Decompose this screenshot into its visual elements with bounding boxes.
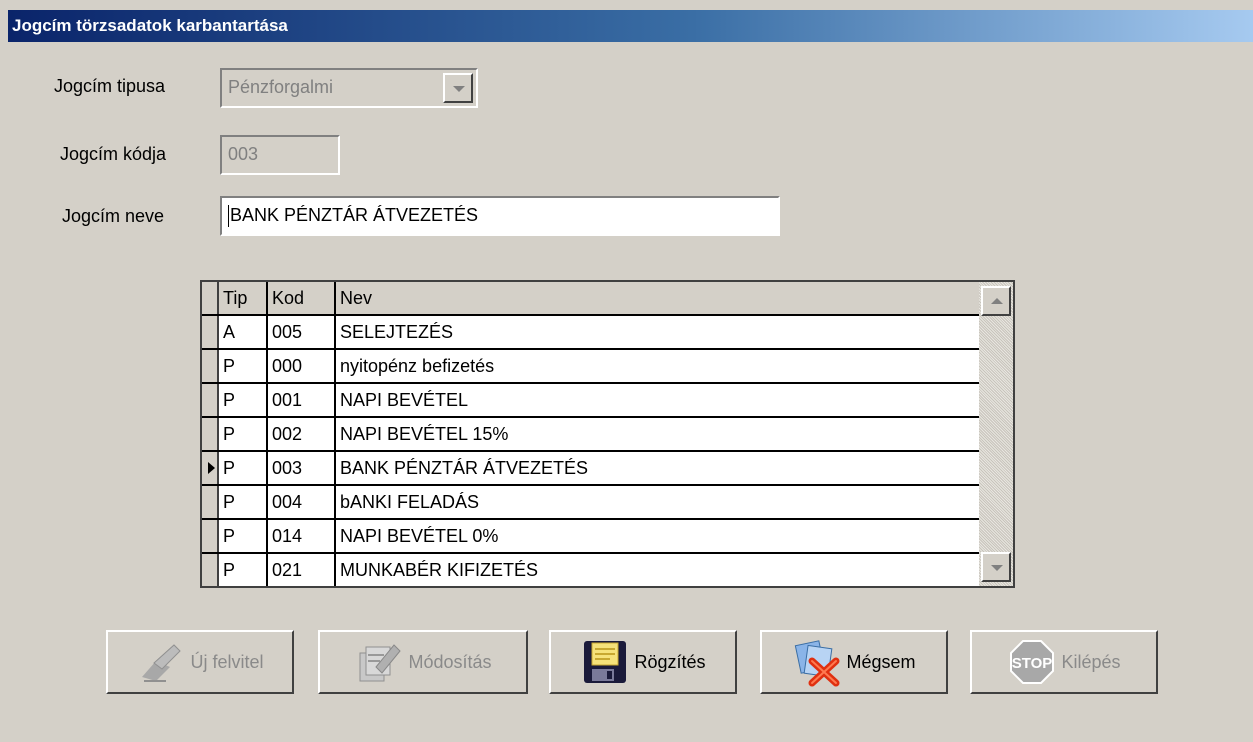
cell-tip[interactable]: P: [219, 486, 268, 518]
grid-body: Tip Kod Nev A 005 SELEJTEZÉS P 000 nyitopénz …: [202, 282, 979, 586]
scroll-up-icon[interactable]: [981, 286, 1011, 316]
cell-nev[interactable]: BANK PÉNZTÁR ÁTVEZETÉS: [336, 452, 979, 484]
row-indicator[interactable]: [202, 452, 219, 484]
cell-tip[interactable]: P: [219, 418, 268, 450]
code-field[interactable]: 003: [220, 135, 340, 175]
floppy-disk-icon: [584, 641, 627, 683]
vertical-scrollbar[interactable]: [979, 282, 1013, 586]
exit-label: Kilépés: [1061, 651, 1121, 672]
modify-button[interactable]: Módosítás: [318, 630, 528, 694]
cell-kod[interactable]: 000: [268, 350, 336, 382]
cell-kod[interactable]: 014: [268, 520, 336, 552]
row-indicator[interactable]: [202, 520, 219, 552]
cancel-x-icon: [795, 640, 840, 687]
window-title: Jogcím törzsadatok karbantartása: [8, 10, 1253, 42]
cell-kod[interactable]: 003: [268, 452, 336, 484]
save-label: Rögzítés: [634, 651, 706, 672]
cell-nev[interactable]: bANKI FELADÁS: [336, 486, 979, 518]
pen-writing-icon: [142, 644, 182, 682]
column-header-kod[interactable]: Kod: [268, 282, 336, 314]
name-value: BANK PÉNZTÁR ÁTVEZETÉS: [230, 205, 479, 225]
name-label: Jogcím neve: [62, 206, 165, 226]
cell-nev[interactable]: nyitopénz befizetés: [336, 350, 979, 382]
save-button[interactable]: Rögzítés: [549, 630, 737, 694]
text-cursor: [228, 205, 229, 228]
cell-nev[interactable]: SELEJTEZÉS: [336, 316, 979, 348]
cell-nev[interactable]: NAPI BEVÉTEL 0%: [336, 520, 979, 552]
table-row[interactable]: A 005 SELEJTEZÉS: [202, 316, 979, 350]
cell-kod[interactable]: 005: [268, 316, 336, 348]
header-indicator: [202, 282, 219, 314]
type-label: Jogcím tipusa: [54, 76, 166, 96]
row-indicator[interactable]: [202, 418, 219, 450]
cell-kod[interactable]: 021: [268, 554, 336, 586]
chevron-down-icon[interactable]: [443, 73, 473, 103]
row-indicator[interactable]: [202, 554, 219, 586]
cell-nev[interactable]: MUNKABÉR KIFIZETÉS: [336, 554, 979, 586]
table-row[interactable]: P 003 BANK PÉNZTÁR ÁTVEZETÉS: [202, 452, 979, 486]
cell-tip[interactable]: P: [219, 520, 268, 552]
row-indicator[interactable]: [202, 384, 219, 416]
current-row-pointer-icon: [208, 462, 215, 474]
cell-tip[interactable]: P: [219, 350, 268, 382]
table-row[interactable]: P 001 NAPI BEVÉTEL: [202, 384, 979, 418]
column-header-tip[interactable]: Tip: [219, 282, 268, 314]
cell-kod[interactable]: 002: [268, 418, 336, 450]
table-row[interactable]: P 002 NAPI BEVÉTEL 15%: [202, 418, 979, 452]
code-value: 003: [228, 144, 259, 164]
cell-tip[interactable]: P: [219, 384, 268, 416]
code-label: Jogcím kódja: [60, 144, 167, 164]
svg-text:STOP: STOP: [1012, 655, 1053, 672]
jogcim-grid[interactable]: Tip Kod Nev A 005 SELEJTEZÉS P 000 nyitopénz …: [200, 280, 1015, 588]
cancel-label: Mégsem: [846, 651, 916, 672]
type-value: Pénzforgalmi: [228, 77, 334, 97]
row-indicator[interactable]: [202, 350, 219, 382]
edit-pages-icon: [359, 644, 402, 682]
cell-kod[interactable]: 001: [268, 384, 336, 416]
cell-tip[interactable]: A: [219, 316, 268, 348]
stop-sign-icon: STOP: [1010, 640, 1055, 684]
modify-label: Módosítás: [408, 651, 492, 672]
cell-nev[interactable]: NAPI BEVÉTEL: [336, 384, 979, 416]
table-row[interactable]: P 000 nyitopénz befizetés: [202, 350, 979, 384]
name-input[interactable]: BANK PÉNZTÁR ÁTVEZETÉS: [220, 196, 780, 236]
new-record-label: Új felvitel: [190, 651, 264, 672]
scroll-down-icon[interactable]: [981, 552, 1011, 582]
cell-kod[interactable]: 004: [268, 486, 336, 518]
row-indicator[interactable]: [202, 486, 219, 518]
cell-nev[interactable]: NAPI BEVÉTEL 15%: [336, 418, 979, 450]
table-row[interactable]: P 021 MUNKABÉR KIFIZETÉS: [202, 554, 979, 586]
cancel-button[interactable]: Mégsem: [760, 630, 948, 694]
new-record-button[interactable]: Új felvitel: [106, 630, 294, 694]
type-combobox[interactable]: Pénzforgalmi: [220, 68, 478, 108]
column-header-nev[interactable]: Nev: [336, 282, 979, 314]
table-row[interactable]: P 004 bANKI FELADÁS: [202, 486, 979, 520]
cell-tip[interactable]: P: [219, 554, 268, 586]
exit-button[interactable]: STOP Kilépés: [970, 630, 1158, 694]
cell-tip[interactable]: P: [219, 452, 268, 484]
row-indicator[interactable]: [202, 316, 219, 348]
table-row[interactable]: P 014 NAPI BEVÉTEL 0%: [202, 520, 979, 554]
grid-header: Tip Kod Nev: [202, 282, 979, 316]
main-window: Jogcím törzsadatok karbantartása Jogcím …: [8, 10, 1253, 742]
